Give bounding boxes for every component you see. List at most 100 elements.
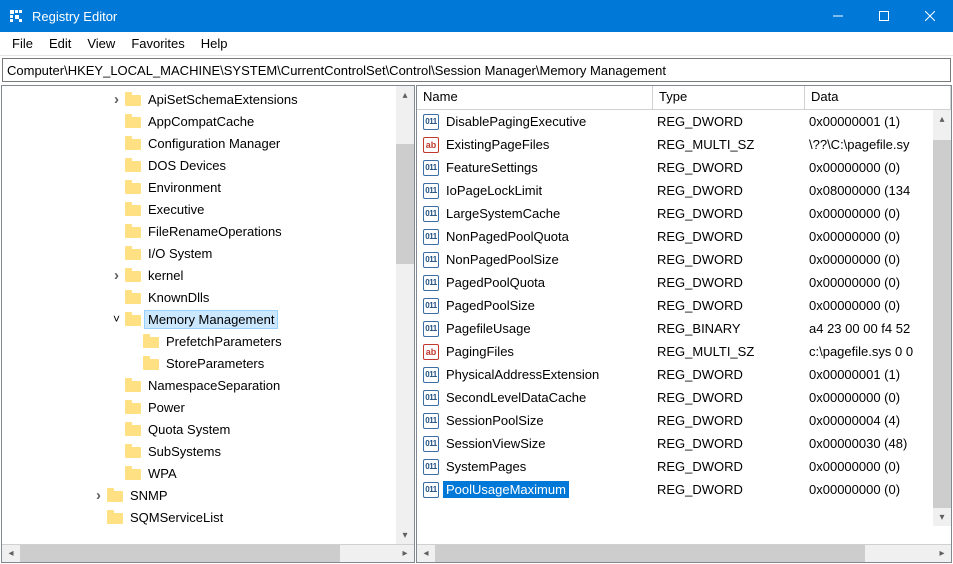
collapse-icon[interactable]: ˅ [110, 312, 123, 326]
value-row[interactable]: 011PagefileUsageREG_BINARYa4 23 00 00 f4… [417, 317, 951, 340]
scrollbar-thumb[interactable] [933, 140, 951, 508]
tree-item[interactable]: PrefetchParameters [2, 330, 414, 352]
tree-vertical-scrollbar[interactable]: ▴ ▾ [396, 86, 414, 544]
scroll-right-icon[interactable]: ▸ [396, 545, 414, 562]
scroll-left-icon[interactable]: ◂ [2, 545, 20, 562]
value-row[interactable]: abExistingPageFilesREG_MULTI_SZ\??\C:\pa… [417, 133, 951, 156]
value-row[interactable]: 011PagedPoolQuotaREG_DWORD0x00000000 (0) [417, 271, 951, 294]
tree-item[interactable]: SQMServiceList [2, 506, 414, 528]
tree-item-label: kernel [145, 267, 186, 284]
binary-value-icon: 011 [423, 229, 439, 245]
value-row[interactable]: 011IoPageLockLimitREG_DWORD0x08000000 (1… [417, 179, 951, 202]
tree-item[interactable]: SubSystems [2, 440, 414, 462]
value-type: REG_DWORD [653, 275, 805, 290]
tree-item[interactable]: FileRenameOperations [2, 220, 414, 242]
value-data: 0x00000030 (48) [805, 436, 951, 451]
tree-item[interactable]: DOS Devices [2, 154, 414, 176]
tree-item[interactable]: Environment [2, 176, 414, 198]
menu-edit[interactable]: Edit [41, 34, 79, 53]
scroll-right-icon[interactable]: ▸ [933, 545, 951, 562]
value-type: REG_DWORD [653, 114, 805, 129]
tree-item[interactable]: StoreParameters [2, 352, 414, 374]
tree-item[interactable]: Executive [2, 198, 414, 220]
scroll-left-icon[interactable]: ◂ [417, 545, 435, 562]
folder-icon [125, 202, 141, 216]
menu-file[interactable]: File [4, 34, 41, 53]
maximize-button[interactable] [861, 0, 907, 32]
scrollbar-thumb[interactable] [20, 545, 340, 562]
value-row[interactable]: 011PhysicalAddressExtensionREG_DWORD0x00… [417, 363, 951, 386]
close-button[interactable] [907, 0, 953, 32]
scrollbar-thumb[interactable] [435, 545, 865, 562]
expand-icon[interactable]: › [92, 487, 105, 504]
value-row[interactable]: 011SecondLevelDataCacheREG_DWORD0x000000… [417, 386, 951, 409]
binary-value-icon: 011 [423, 390, 439, 406]
menu-help[interactable]: Help [193, 34, 236, 53]
value-row[interactable]: 011FeatureSettingsREG_DWORD0x00000000 (0… [417, 156, 951, 179]
scroll-up-icon[interactable]: ▴ [933, 110, 951, 128]
tree-item[interactable]: Power [2, 396, 414, 418]
tree-item-label: Environment [145, 179, 224, 196]
value-type: REG_BINARY [653, 321, 805, 336]
value-row[interactable]: 011NonPagedPoolSizeREG_DWORD0x00000000 (… [417, 248, 951, 271]
menu-favorites[interactable]: Favorites [123, 34, 192, 53]
value-row[interactable]: 011PoolUsageMaximumREG_DWORD0x00000000 (… [417, 478, 951, 501]
tree-item[interactable]: ˅ Memory Management [2, 308, 414, 330]
tree-item-label: ApiSetSchemaExtensions [145, 91, 301, 108]
titlebar[interactable]: Registry Editor [0, 0, 953, 32]
folder-icon [143, 356, 159, 370]
tree-item[interactable]: I/O System [2, 242, 414, 264]
binary-value-icon: 011 [423, 183, 439, 199]
tree-item-label: Memory Management [145, 311, 277, 328]
tree-item[interactable]: › ApiSetSchemaExtensions [2, 88, 414, 110]
folder-icon [107, 510, 123, 524]
value-type: REG_MULTI_SZ [653, 137, 805, 152]
value-data: 0x00000000 (0) [805, 275, 951, 290]
menu-view[interactable]: View [79, 34, 123, 53]
expand-icon[interactable]: › [110, 267, 123, 284]
column-header-type[interactable]: Type [653, 86, 805, 109]
value-row[interactable]: 011SessionPoolSizeREG_DWORD0x00000004 (4… [417, 409, 951, 432]
scroll-down-icon[interactable]: ▾ [933, 508, 951, 526]
tree-item-label: StoreParameters [163, 355, 267, 372]
scroll-down-icon[interactable]: ▾ [396, 526, 414, 544]
column-header-data[interactable]: Data [805, 86, 951, 109]
values-vertical-scrollbar[interactable]: ▴ ▾ [933, 110, 951, 526]
address-bar[interactable]: Computer\HKEY_LOCAL_MACHINE\SYSTEM\Curre… [2, 58, 951, 82]
column-header-name[interactable]: Name [417, 86, 653, 109]
value-name: PagingFiles [443, 343, 517, 360]
value-name: PagedPoolSize [443, 297, 538, 314]
tree-item[interactable]: › kernel [2, 264, 414, 286]
value-row[interactable]: 011DisablePagingExecutiveREG_DWORD0x0000… [417, 110, 951, 133]
tree-item[interactable]: NamespaceSeparation [2, 374, 414, 396]
tree-item[interactable]: Quota System [2, 418, 414, 440]
tree-item[interactable]: WPA [2, 462, 414, 484]
tree-item[interactable]: AppCompatCache [2, 110, 414, 132]
values-horizontal-scrollbar[interactable]: ◂ ▸ [417, 544, 951, 562]
expand-icon[interactable]: › [110, 91, 123, 108]
value-row[interactable]: 011LargeSystemCacheREG_DWORD0x00000000 (… [417, 202, 951, 225]
folder-icon [125, 444, 141, 458]
value-row[interactable]: abPagingFilesREG_MULTI_SZc:\pagefile.sys… [417, 340, 951, 363]
binary-value-icon: 011 [423, 482, 439, 498]
tree-horizontal-scrollbar[interactable]: ◂ ▸ [2, 544, 414, 562]
scrollbar-thumb[interactable] [396, 144, 414, 264]
scroll-up-icon[interactable]: ▴ [396, 86, 414, 104]
value-name: NonPagedPoolQuota [443, 228, 572, 245]
tree-item[interactable]: KnownDlls [2, 286, 414, 308]
value-type: REG_DWORD [653, 436, 805, 451]
value-row[interactable]: 011NonPagedPoolQuotaREG_DWORD0x00000000 … [417, 225, 951, 248]
string-value-icon: ab [423, 344, 439, 360]
value-row[interactable]: 011PagedPoolSizeREG_DWORD0x00000000 (0) [417, 294, 951, 317]
value-row[interactable]: 011SessionViewSizeREG_DWORD0x00000030 (4… [417, 432, 951, 455]
tree-item-label: PrefetchParameters [163, 333, 285, 350]
value-type: REG_DWORD [653, 390, 805, 405]
folder-icon [125, 422, 141, 436]
value-row[interactable]: 011SystemPagesREG_DWORD0x00000000 (0) [417, 455, 951, 478]
minimize-button[interactable] [815, 0, 861, 32]
value-name: PagefileUsage [443, 320, 534, 337]
tree-item[interactable]: ›SNMP [2, 484, 414, 506]
binary-value-icon: 011 [423, 413, 439, 429]
columns-header[interactable]: Name Type Data [417, 86, 951, 110]
tree-item[interactable]: Configuration Manager [2, 132, 414, 154]
